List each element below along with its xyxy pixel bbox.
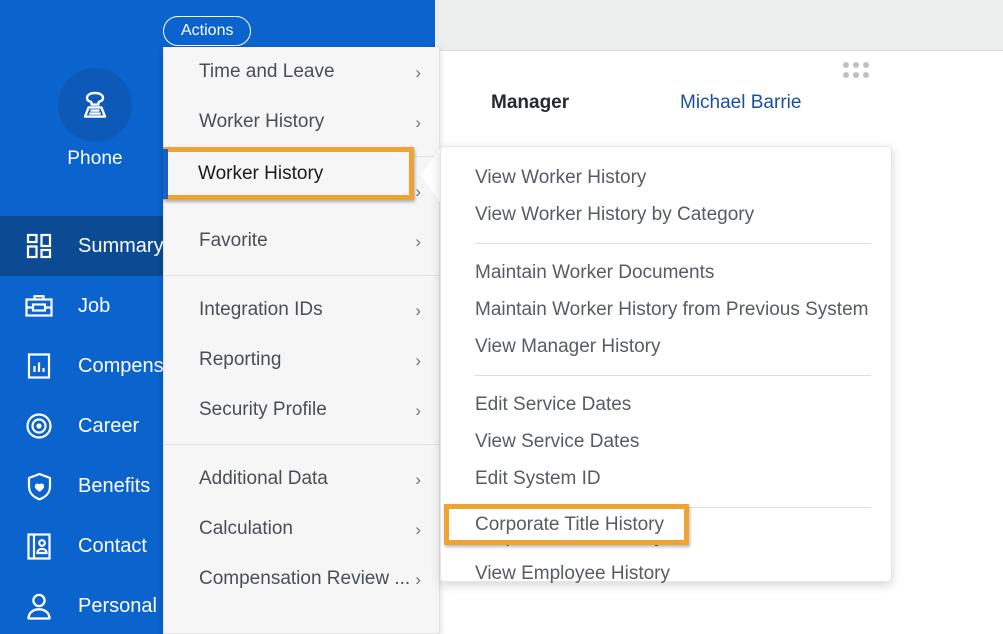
menu-item-additional-data[interactable]: Additional Data ›: [164, 454, 439, 504]
menu-item-label: Additional Data: [199, 468, 328, 489]
chevron-right-icon: ›: [415, 62, 421, 82]
actions-button[interactable]: Actions: [163, 16, 252, 46]
menu-selection-indicator: [163, 149, 168, 199]
manager-field-label: Manager: [491, 92, 570, 113]
menu-item-reporting[interactable]: Reporting ›: [164, 335, 439, 385]
menu-item-label: Reporting: [199, 349, 282, 370]
menu-item-time-and-leave[interactable]: Time and Leave ›: [164, 47, 439, 97]
actions-menu-primary: Time and Leave›Worker History›Audits›Fav…: [163, 47, 440, 634]
highlight-box: Worker History: [163, 147, 414, 200]
chevron-right-icon: ›: [415, 181, 421, 201]
chevron-right-icon: ›: [415, 300, 421, 320]
grid-dots-icon[interactable]: [843, 62, 869, 80]
person-icon: [0, 592, 78, 621]
contact-card-icon: [0, 532, 78, 561]
highlight-corporate-title-history[interactable]: Corporate Title History: [444, 504, 689, 545]
dot: [853, 72, 859, 78]
top-toolbar-strip: [435, 0, 1003, 51]
sidebar-item-label: Career: [78, 414, 140, 437]
dot: [843, 62, 849, 68]
submenu-item-view-service-dates[interactable]: View Service Dates: [441, 423, 891, 460]
dot: [863, 62, 869, 68]
sidebar-item-label: Contact: [78, 534, 147, 557]
menu-item-label: Time and Leave: [199, 61, 335, 82]
menu-item-compensation-review[interactable]: Compensation Review ... ›: [164, 554, 439, 604]
chevron-right-icon: ›: [415, 519, 421, 539]
chevron-right-icon: ›: [415, 112, 421, 132]
submenu-item-view-worker-history[interactable]: View Worker History: [441, 159, 891, 196]
phone-avatar-badge: [58, 68, 132, 142]
highlight-worker-history[interactable]: Worker History: [163, 147, 414, 200]
chevron-right-icon: ›: [415, 231, 421, 251]
highlight-corporate-title-history-label: Corporate Title History: [475, 513, 665, 535]
menu-item-favorite[interactable]: Favorite ›: [164, 216, 439, 266]
menu-item-worker-history[interactable]: Worker History ›: [164, 97, 439, 147]
submenu-item-view-worker-history-by-category[interactable]: View Worker History by Category: [441, 196, 891, 233]
menu-item-label: Integration IDs: [199, 299, 323, 320]
dot: [843, 72, 849, 78]
submenu-divider: [475, 375, 871, 376]
chevron-right-icon: ›: [415, 569, 421, 589]
highlight-box-2: Corporate Title History: [444, 504, 689, 545]
menu-divider: [164, 444, 439, 445]
menu-item-label: Compensation Review ...: [199, 568, 411, 589]
phone-label: Phone: [67, 148, 123, 169]
submenu-divider: [475, 243, 871, 244]
highlight-worker-history-label: Worker History: [198, 162, 324, 184]
submenu-item-view-manager-history[interactable]: View Manager History: [441, 328, 891, 365]
dot: [863, 72, 869, 78]
menu-item-calculation[interactable]: Calculation ›: [164, 504, 439, 554]
app-root: Phone Actions Manager Michael Barrie Sum…: [0, 0, 1003, 634]
chevron-right-icon: ›: [415, 400, 421, 420]
chevron-right-icon: ›: [415, 350, 421, 370]
chart-icon: [0, 352, 78, 380]
menu-item-label: Security Profile: [199, 399, 327, 420]
briefcase-icon: [0, 292, 78, 320]
shield-heart-icon: [0, 472, 78, 501]
submenu-item-maintain-worker-history-from-previous-system[interactable]: Maintain Worker History from Previous Sy…: [441, 291, 891, 328]
menu-item-label: Calculation: [199, 518, 293, 539]
grid-icon: [0, 232, 78, 260]
target-icon: [0, 412, 78, 440]
sidebar-item-label: Job: [78, 294, 111, 317]
chevron-right-icon: ›: [415, 469, 421, 489]
submenu-item-edit-system-id[interactable]: Edit System ID: [441, 460, 891, 497]
sidebar-item-label: Personal: [78, 594, 157, 617]
submenu-item-maintain-worker-documents[interactable]: Maintain Worker Documents: [441, 254, 891, 291]
menu-divider: [164, 275, 439, 276]
menu-item-security-profile[interactable]: Security Profile ›: [164, 385, 439, 435]
submenu-item-edit-service-dates[interactable]: Edit Service Dates: [441, 386, 891, 423]
sidebar-item-label: Summary: [78, 234, 164, 257]
menu-item-label: Favorite: [199, 230, 268, 251]
submenu-item-view-employee-history[interactable]: View Employee History: [441, 555, 891, 592]
manager-field-value-link[interactable]: Michael Barrie: [680, 92, 801, 114]
sidebar-item-label: Benefits: [78, 474, 151, 497]
menu-item-integration-ids[interactable]: Integration IDs ›: [164, 285, 439, 335]
menu-item-label: Worker History: [199, 111, 325, 132]
dot: [853, 62, 859, 68]
